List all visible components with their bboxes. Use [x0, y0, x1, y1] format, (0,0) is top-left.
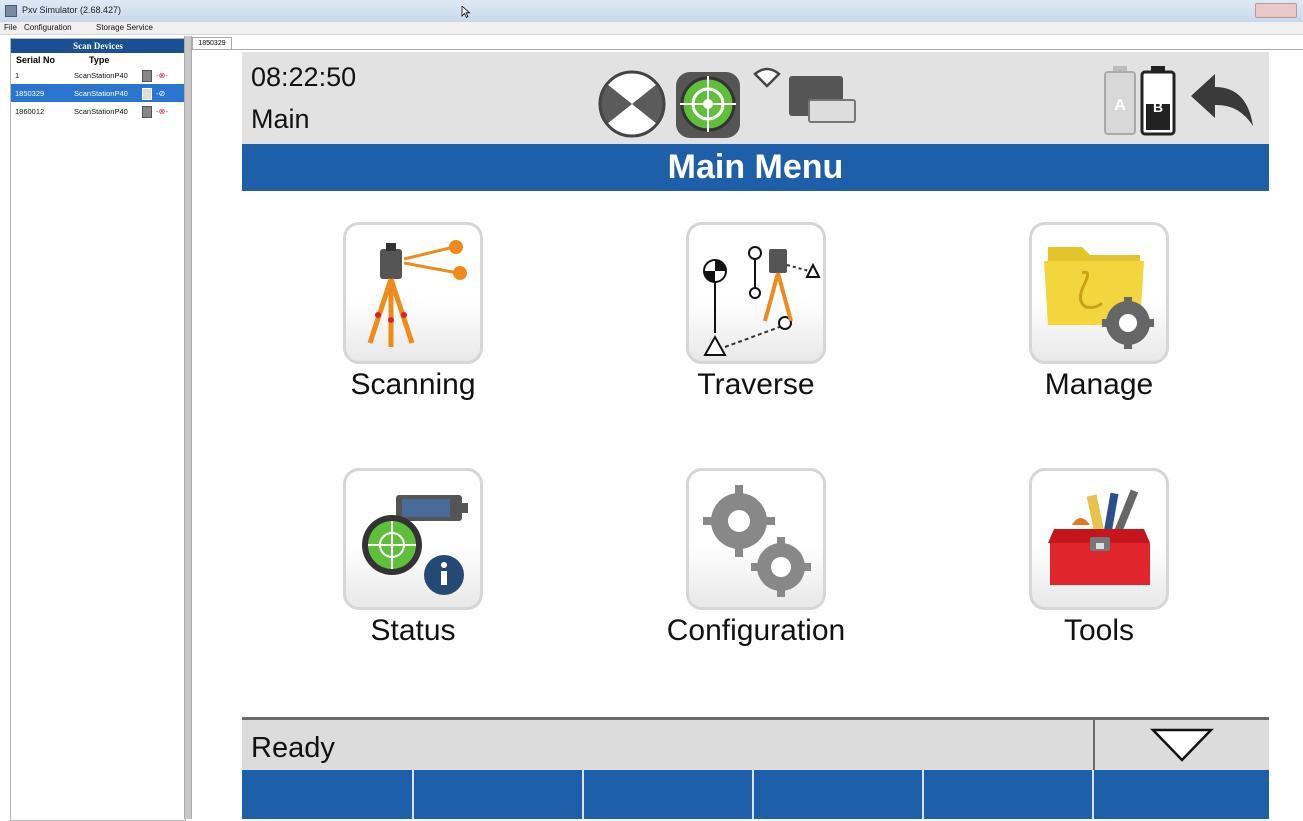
- scanning-tile-frame: [343, 222, 483, 364]
- disconnected-icon: -⊗-: [156, 107, 169, 116]
- scanner-icon: [142, 70, 152, 82]
- window-title: Pxv Simulator (2.68.427): [22, 5, 122, 15]
- status-label: Status: [370, 614, 456, 647]
- manage-tile-frame: [1029, 222, 1169, 364]
- menu-tile-manage[interactable]: Manage: [986, 222, 1186, 422]
- device-screen: 08:22:50 Main A B Main Menu Scanning Tra…: [242, 52, 1269, 819]
- column-headers: Serial No Type: [11, 53, 185, 66]
- menu-tile-scanning[interactable]: Scanning: [300, 222, 500, 422]
- status-text: Ready: [251, 732, 335, 764]
- traverse-label: Traverse: [697, 368, 815, 401]
- traverse-icon: [703, 246, 821, 356]
- column-type[interactable]: Type: [89, 55, 109, 65]
- gears-icon: [703, 485, 811, 597]
- menu-tile-configuration[interactable]: Configuration: [643, 468, 845, 668]
- panel-splitter[interactable]: [184, 36, 192, 819]
- window-controls[interactable]: [1255, 3, 1297, 18]
- status-bar: Ready: [242, 717, 1269, 773]
- scan-devices-panel: Scan Devices Serial No Type 1 ScanStatio…: [10, 38, 186, 821]
- device-row[interactable]: 1 ScanStationP40 -⊗-: [11, 66, 185, 84]
- scanner-icon: [142, 106, 152, 118]
- back-arrow-icon[interactable]: [1187, 68, 1257, 130]
- menu-configuration[interactable]: Configuration: [24, 23, 72, 32]
- device-row-selected[interactable]: 1850329 ScanStationP40 -⊘: [11, 84, 185, 102]
- menu-tile-traverse[interactable]: Traverse: [643, 222, 843, 422]
- tab-divider: [190, 49, 1303, 50]
- tools-label: Tools: [1063, 614, 1135, 647]
- panel-title: Scan Devices: [11, 39, 185, 53]
- battery-a-label: A: [1114, 97, 1126, 114]
- level-bubble-icon[interactable]: [672, 66, 744, 140]
- menu-storage-service[interactable]: Storage Service: [96, 23, 153, 32]
- device-serial: 1850329: [15, 89, 45, 98]
- dropdown-button[interactable]: [1095, 720, 1269, 773]
- disconnected-icon: -⊗-: [156, 71, 169, 80]
- scanner-icon: [142, 88, 152, 100]
- triangle-down-icon: [1150, 728, 1214, 762]
- device-serial: 1: [15, 71, 20, 80]
- app-icon: [5, 5, 17, 17]
- menu-file[interactable]: File: [4, 23, 17, 32]
- battery-b-label: B: [1153, 99, 1163, 115]
- wifi-icon: [753, 67, 781, 88]
- configuration-label: Configuration: [666, 614, 846, 647]
- status-tile-frame: [343, 468, 483, 610]
- softkey-2[interactable]: [414, 770, 584, 819]
- device-header: 08:22:50 Main A B: [242, 52, 1269, 144]
- scanning-label: Scanning: [350, 368, 476, 401]
- target-icon[interactable]: [598, 70, 666, 138]
- main-menu-title: Main Menu: [242, 144, 1269, 191]
- softkey-4[interactable]: [754, 770, 924, 819]
- device-serial: 1860012: [15, 107, 45, 116]
- softkey-1[interactable]: [242, 770, 414, 819]
- screen-name: Main: [251, 104, 310, 134]
- device-type: ScanStationP40: [74, 107, 128, 116]
- memory-card-icon[interactable]: [787, 72, 859, 124]
- battery-a-icon[interactable]: A: [1102, 64, 1138, 136]
- mouse-cursor-icon: [461, 6, 471, 18]
- device-type: ScanStationP40: [74, 71, 128, 80]
- battery-b-icon[interactable]: B: [1139, 64, 1177, 136]
- column-serial-no[interactable]: Serial No: [16, 55, 55, 65]
- menu-tile-tools[interactable]: Tools: [986, 468, 1186, 668]
- scanner-tripod-icon: [367, 240, 467, 347]
- menu-tile-status[interactable]: Status: [300, 468, 500, 668]
- softkey-bar: [242, 770, 1269, 819]
- tools-tile-frame: [1029, 468, 1169, 610]
- folder-gear-icon: [1044, 247, 1154, 349]
- manage-label: Manage: [1044, 368, 1154, 401]
- configuration-tile-frame: [686, 468, 826, 610]
- device-type: ScanStationP40: [74, 89, 128, 98]
- window-title-bar: Pxv Simulator (2.68.427): [0, 0, 1303, 23]
- status-info-icon: [362, 495, 468, 595]
- traverse-tile-frame: [686, 222, 826, 364]
- device-row[interactable]: 1860012 ScanStationP40 -⊗-: [11, 102, 185, 120]
- menu-bar: File Configuration Storage Service: [0, 22, 1303, 35]
- softkey-5[interactable]: [924, 770, 1094, 819]
- connected-icon: -⊘: [156, 89, 166, 98]
- softkey-6[interactable]: [1094, 770, 1269, 819]
- clock: 08:22:50: [251, 62, 357, 92]
- softkey-3[interactable]: [584, 770, 754, 819]
- toolbox-icon: [1048, 489, 1150, 585]
